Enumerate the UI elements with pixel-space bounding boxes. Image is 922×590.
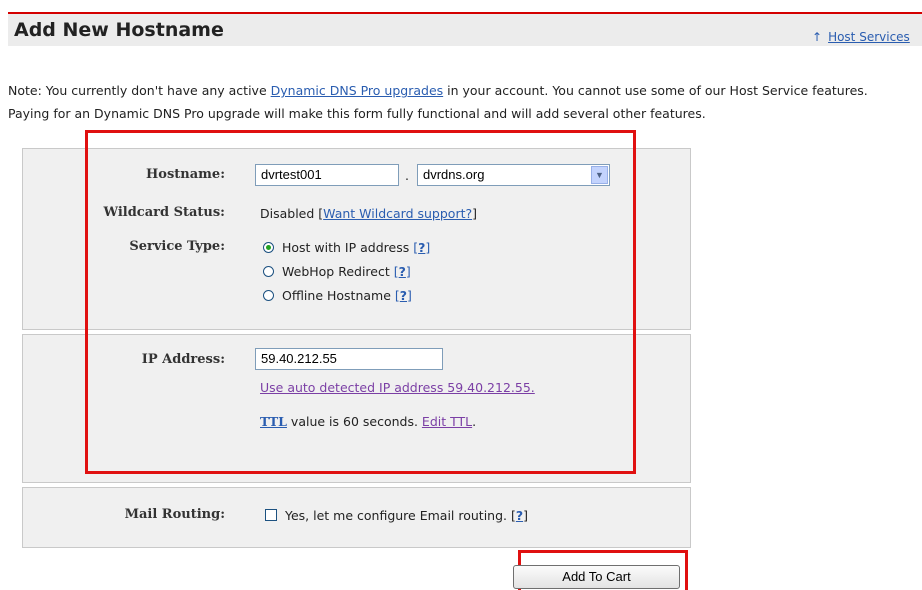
dynamic-dns-pro-link[interactable]: Dynamic DNS Pro upgrades [271,83,444,98]
page-title: Add New Hostname [14,19,224,41]
service-option-webhop[interactable]: WebHop Redirect [?] [263,264,411,279]
option-label: WebHop Redirect [282,264,390,279]
hostname-separator: . [405,168,409,183]
auto-detect-ip-link[interactable]: Use auto detected IP address 59.40.212.5… [260,380,535,395]
hostname-label: Hostname: [146,167,225,182]
help-link[interactable]: [?] [395,288,412,303]
ttl-line: TTL value is 60 seconds. Edit TTL. [260,414,476,429]
ttl-link[interactable]: TTL [260,414,287,429]
service-type-label: Service Type: [129,239,225,254]
radio-selected-icon[interactable] [263,242,274,253]
service-option-offline[interactable]: Offline Hostname [?] [263,288,412,303]
wildcard-status-text: Disabled [ [260,206,324,221]
option-label: Offline Hostname [282,288,391,303]
chevron-down-icon[interactable]: ▼ [591,166,608,184]
wildcard-label: Wildcard Status: [103,205,225,220]
help-link[interactable]: [?] [394,264,411,279]
wildcard-status: Disabled [Want Wildcard support?] [260,206,477,221]
mail-routing-option[interactable]: Yes, let me configure Email routing. [?] [265,508,528,523]
add-to-cart-button[interactable]: Add To Cart [513,565,680,589]
host-services-label: Host Services [828,30,910,44]
note-prefix: Note: You currently don't have any activ… [8,83,271,98]
upgrade-note: Note: You currently don't have any activ… [8,79,913,125]
help-link[interactable]: [?] [413,240,430,255]
domain-select[interactable]: dvrdns.org ▼ [417,164,610,186]
mail-routing-label: Mail Routing: [124,507,225,522]
host-services-link[interactable]: ↑ Host Services [812,30,910,44]
service-option-host-ip[interactable]: Host with IP address [?] [263,240,430,255]
hostname-input[interactable]: dvrtest001 [255,164,399,186]
ttl-text: value is 60 seconds. [286,414,422,429]
ip-address-label: IP Address: [141,352,225,367]
ip-address-input[interactable]: 59.40.212.55 [255,348,443,370]
checkbox-icon[interactable] [265,509,277,521]
domain-selected: dvrdns.org [423,167,485,182]
option-label: Host with IP address [282,240,410,255]
radio-icon[interactable] [263,266,274,277]
mail-routing-text: Yes, let me configure Email routing. [ [285,508,516,523]
wildcard-support-link[interactable]: Want Wildcard support? [323,206,472,221]
up-arrow-icon: ↑ [812,30,823,44]
wildcard-close: ] [472,206,478,221]
edit-ttl-link[interactable]: Edit TTL [422,414,472,429]
mail-close: ] [523,508,529,523]
ttl-period: . [472,414,477,429]
title-bar: Add New Hostname [8,12,922,46]
radio-icon[interactable] [263,290,274,301]
